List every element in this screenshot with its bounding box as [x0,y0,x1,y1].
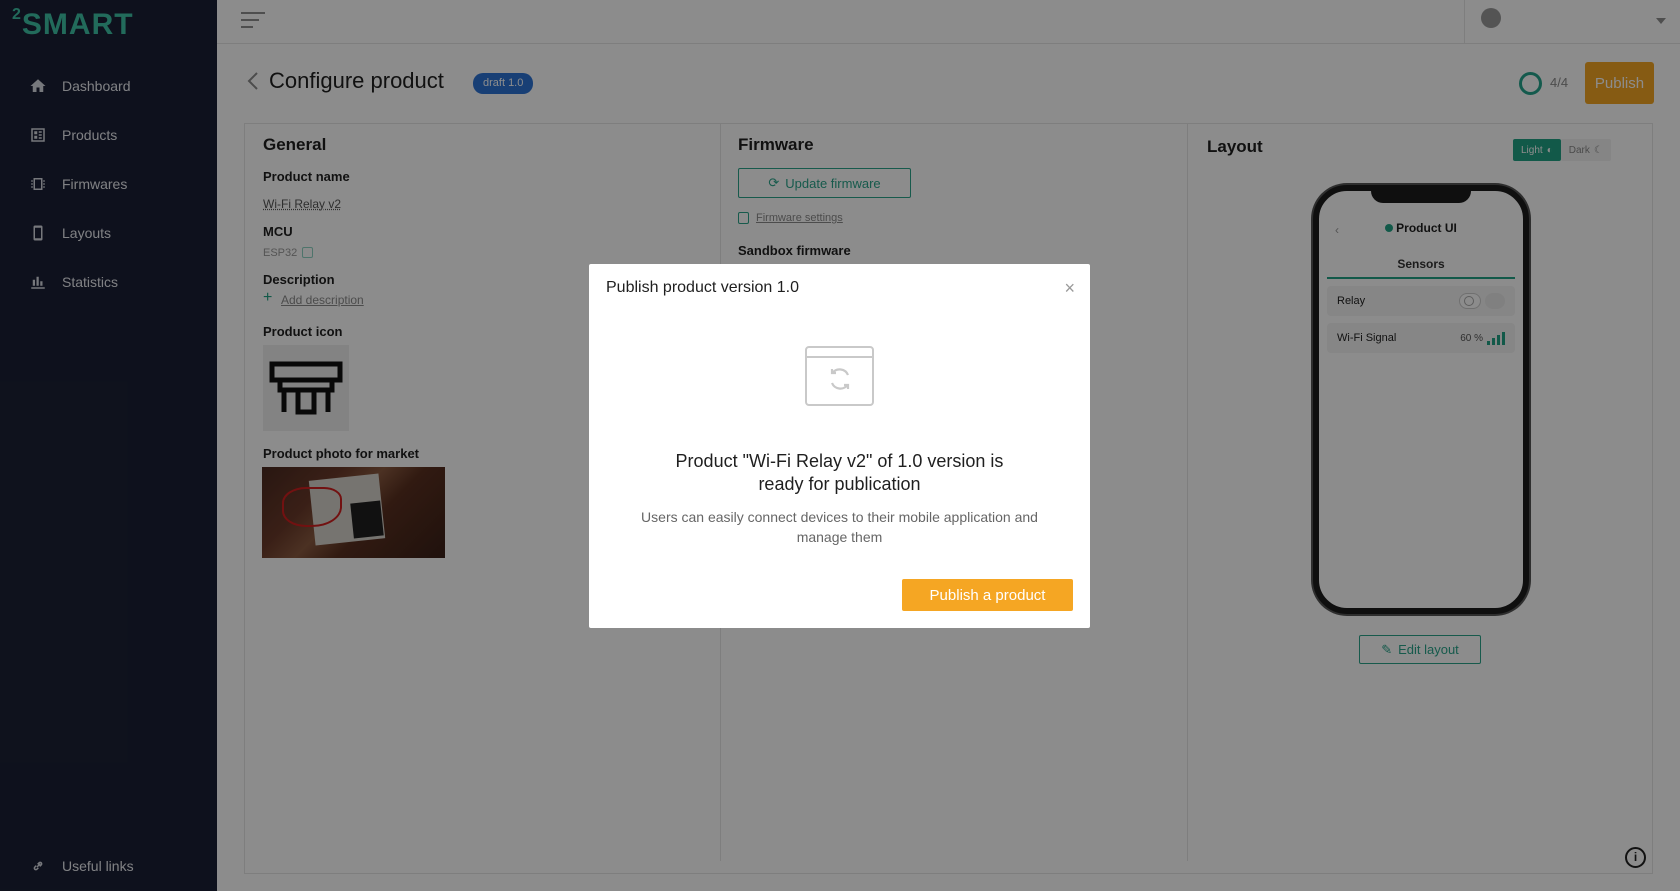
close-icon[interactable]: × [1064,278,1075,299]
publish-product-button[interactable]: Publish a product [902,579,1073,611]
publish-modal: Publish product version 1.0 × Product "W… [589,264,1090,628]
sync-window-icon [805,346,874,406]
modal-title: Publish product version 1.0 [606,279,799,296]
modal-heading: Product "Wi-Fi Relay v2" of 1.0 version … [675,451,1004,494]
modal-description: Users can easily connect devices to thei… [641,509,1038,545]
